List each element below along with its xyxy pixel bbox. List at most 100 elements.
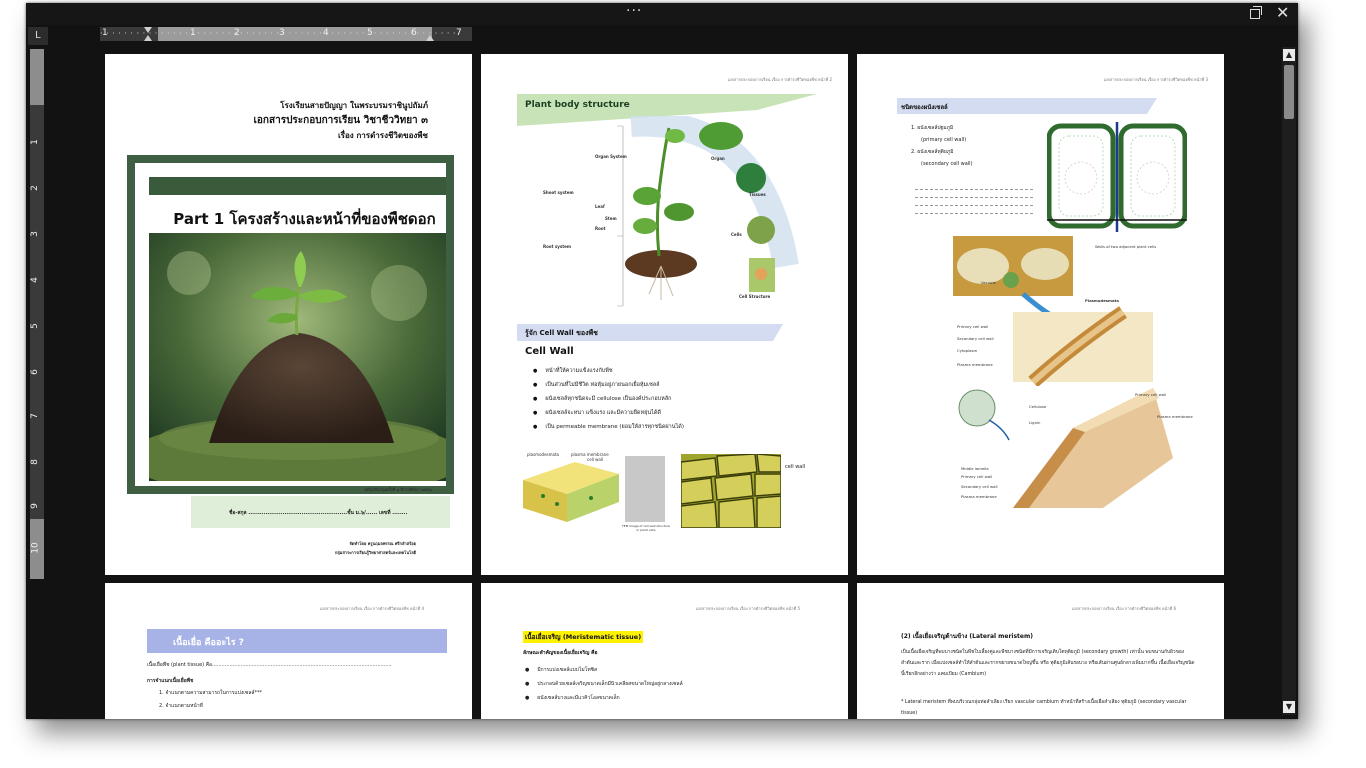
right-indent-marker[interactable] [426,35,434,41]
list-item: มีการแบ่งเซลล์แบบไมโทซิส [525,663,683,677]
ruler-number: 2 [29,185,40,191]
label-cellulose: Cellulose [1029,404,1047,409]
document-page-3[interactable]: เอกสารประกอบการเรียน เรื่อง การดำรงชีวิต… [857,54,1224,575]
list-item: (secondary cell wall) [921,161,973,167]
ruler-number: 3 [279,28,285,38]
cell-wall-layers-diagram [958,388,1173,508]
label-plasmodesmata: plasmodesmata [527,452,559,457]
vertical-scrollbar[interactable]: ▲ ▼ [1282,47,1296,715]
ruler-number: 7 [456,28,462,38]
page-header: เอกสารประกอบการเรียน เรื่อง การดำรงชีวิต… [1103,77,1208,82]
tem-caption: TEM image of cell wall structure in plan… [621,524,671,532]
cell-wall-types-banner: ชนิดของผนังเซลล์ [897,98,1157,114]
first-line-indent-marker[interactable] [144,27,152,33]
topic-title: เรื่อง การดำรงชีวิตของพืช [337,131,428,140]
list-item: ผนังเซลล์ทุกชนิดจะมี cellulose เป็นองค์ป… [533,392,684,406]
department-line: กลุ่มสาระการเรียนรู้วิทยาศาสตร์และเทคโนโ… [334,550,416,555]
student-info-box[interactable]: ชื่อ-สกุล ..............................… [191,496,450,528]
ruler-number: 5 [367,28,373,38]
meristematic-bullets: มีการแบ่งเซลล์แบบไมโทซิส ประกอบด้วยเซลล์… [525,663,683,705]
meristematic-title: เนื้อเยื่อเจริญ (Meristematic tissue) [523,631,644,643]
onion-cell-image [680,453,782,529]
close-button[interactable]: ✕ [1276,5,1289,21]
student-name-line: ชื่อ-สกุล ..............................… [229,510,408,516]
label-organ: Organ [711,156,725,161]
document-viewer-window: ··· ✕ L · · · · · · · · · · · · · · · · … [26,3,1298,719]
banner-title: ชนิดของผนังเซลล์ [901,104,948,111]
label-primary-wall-3: Primary cell wall [961,474,993,479]
lateral-meristem-title: (2) เนื้อเยื่อเจริญด้านข้าง (Lateral mer… [901,633,1033,640]
author-line: จัดทำโดย ครูนฤมลพรรณ ศรีกลำสร้อย [349,541,416,546]
restore-button[interactable] [1250,5,1262,21]
tab-stop-selector[interactable]: L [28,27,48,45]
label-plasmodesmata: Plasmodesmata [1085,298,1119,303]
two-cells-diagram [1047,122,1187,232]
ruler-number: 7 [29,413,40,419]
label-cytoplasm: Cytoplasm [957,348,978,353]
label-walls: Walls of two adjacent plant cells [1095,244,1157,249]
ruler-number: 3 [29,231,40,237]
tissue-banner: เนื้อเยื่อ คืออะไร ? [147,629,447,653]
cover-band [149,177,446,195]
ruler-number: 6 [29,369,40,375]
document-page-6[interactable]: เอกสารประกอบการเรียน เรื่อง การดำรงชีวิต… [857,583,1224,719]
scroll-down-button[interactable]: ▼ [1283,701,1295,713]
scroll-up-button[interactable]: ▲ [1283,49,1295,61]
cell-wall-block-illustration [523,462,619,522]
cell-wall-bullets: หน้าที่ให้ความแข็งแรงกับพืช เป็นส่วนที่ไ… [533,364,684,434]
label-secondary-wall: Secondary cell wall [957,336,994,341]
label-tissues: Tissues [749,192,766,197]
page-header: เอกสารประกอบการเรียน เรื่อง การดำรงชีวิต… [727,77,832,82]
ruler-number: 4 [29,277,40,283]
hanging-indent-marker[interactable] [144,35,152,41]
list-item: ผนังเซลล์บางและมีแวคิวโอลขนาดเล็ก [525,691,683,705]
ruler-number: 8 [29,459,40,465]
label-plasma-membrane-2: Plasma membrane [1157,414,1193,419]
school-name: โรงเรียนสายปัญญา ในพระบรมราชินูปถัมภ์ [280,101,428,110]
writing-lines [915,182,1033,214]
ruler-number: 1 [102,28,108,38]
writing-line [915,190,1033,198]
label-leaf: Leaf [595,204,605,209]
cover-title: Part 1 โครงสร้างและหน้าที่ของพืชดอก [173,210,436,228]
banner-title: เนื้อเยื่อ คืออะไร ? [173,638,244,648]
page-header: เอกสารประกอบการเรียน เรื่อง การดำรงชีวิต… [319,606,424,611]
label-vacuole: Vacuole [981,280,996,285]
scroll-thumb[interactable] [1284,65,1294,119]
edition-note: ฉบับปรับปรุงครั้งที่ ๑ ปีการศึกษา ๒๕๖๖ [364,487,432,492]
list-item: 2. ผนังเซลล์ทุติยภูมิ [911,149,954,155]
label-cell-structure: Cell Structure [739,294,771,299]
ruler-number: 1 [190,28,196,38]
document-page-5[interactable]: เอกสารประกอบการเรียน เรื่อง การดำรงชีวิต… [481,583,848,719]
horizontal-ruler[interactable]: · · · · · · · · · · · · · · · · · · · · … [100,27,472,41]
ruler-number: 2 [234,28,240,38]
tem-image [625,456,665,522]
triangle-up-icon: ▲ [1285,50,1293,59]
list-item: ประกอบด้วยเซลล์เจริญขนาดเล็กมีนิวเคลียสข… [525,677,682,691]
list-item: ผนังเซลล์จะหนา แข็งแรง และมีความยืดหยุ่น… [533,406,684,420]
cell-wall-diagram: plasmodesmata plasma membrane cell wall [523,452,619,522]
document-page-4[interactable]: เอกสารประกอบการเรียน เรื่อง การดำรงชีวิต… [105,583,472,719]
prepared-by: จัดทำโดย ครูนฤมลพรรณ ศรีกลำสร้อย กลุ่มสา… [335,539,416,557]
vertical-ruler[interactable]: 1 2 3 4 5 6 7 8 9 10 [30,49,44,579]
meristematic-subtitle: ลักษณะสำคัญของเนื้อเยื่อเจริญ คือ [523,650,598,656]
label-organ-system: Organ System [595,154,627,159]
document-page-2[interactable]: เอกสารประกอบการเรียน เรื่อง การดำรงชีวิต… [481,54,848,575]
document-page-1[interactable]: โรงเรียนสายปัญญา ในพระบรมราชินูปถัมภ์ เอ… [105,54,472,575]
text-line: การจำแนกเนื้อเยื่อพืช [147,678,194,684]
seedling-photo [149,233,446,481]
ruler-number: 9 [29,503,40,509]
list-item: เป็นส่วนที่ไม่มีชีวิต ห่อหุ้มอยู่ภายนอกเ… [533,378,684,392]
label-stem: Stem [605,216,617,221]
label-lignin: Lignin [1029,420,1041,425]
window-menu-dots[interactable]: ··· [626,3,642,19]
list-item: หน้าที่ให้ความแข็งแรงกับพืช [533,364,684,378]
cell-wall-banner: รู้จัก Cell Wall ของพืช [517,324,783,341]
document-title: เอกสารประกอบการเรียน วิชาชีววิทยา ๓ [253,115,429,126]
writing-line [915,198,1033,206]
writing-line [915,182,1033,190]
cell-wall-types-list: 1. ผนังเซลล์ปฐมภูมิ (primary cell wall) … [911,122,973,170]
label-cell-wall-small: cell wall [587,457,604,462]
ruler-number: 1 [29,139,40,145]
plant-hierarchy-illustration [617,110,799,307]
